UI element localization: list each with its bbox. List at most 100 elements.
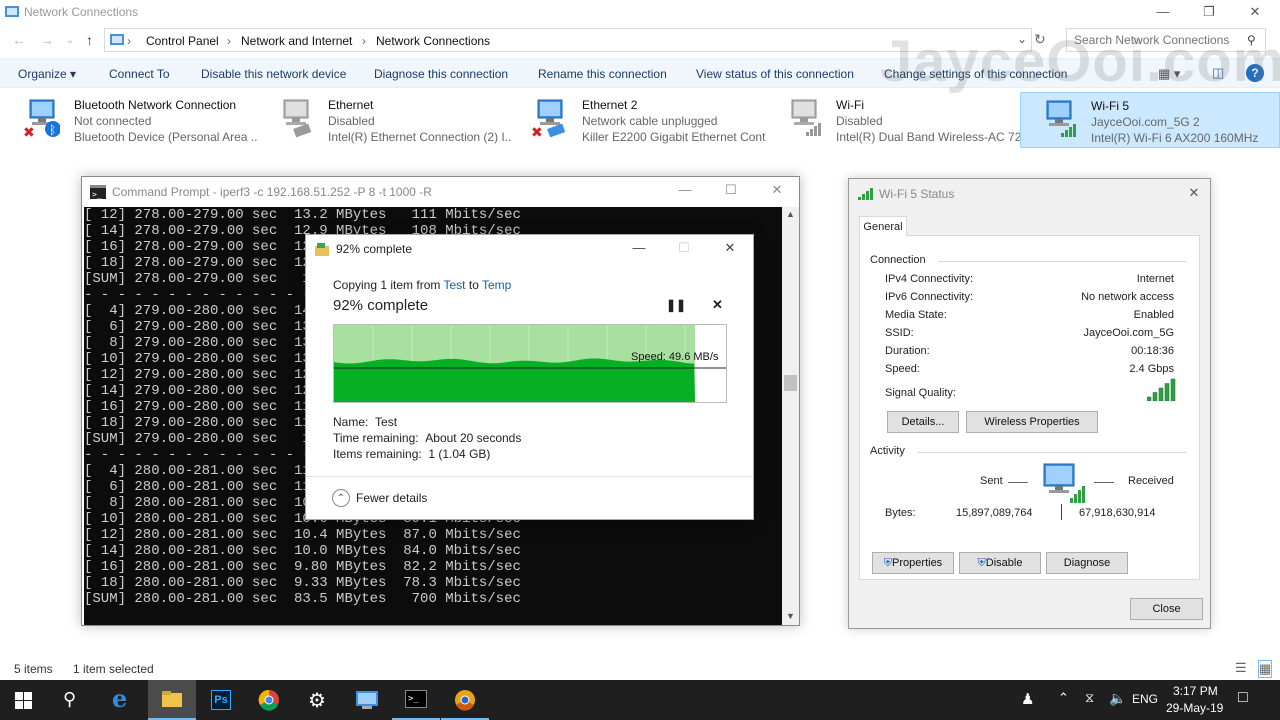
fewer-details-bar: ⌃ Fewer details (306, 476, 753, 519)
cmd-close-button[interactable]: ✕ (754, 178, 800, 202)
connection-device: Killer E2200 Gigabit Ethernet Cont... (582, 130, 766, 144)
copy-progress-dialog: 92% complete — ☐ ✕ Copying 1 item from T… (305, 234, 754, 520)
view-options-icon[interactable]: ▦ ▾ (1158, 66, 1180, 82)
search-icon[interactable]: ⚲ (1247, 33, 1256, 47)
cmd-line: [ 12] 278.00-279.00 sec 13.2 MBytes 111 … (84, 207, 521, 223)
search-box[interactable]: ⚲ (1066, 28, 1266, 52)
breadcrumb-network-internet[interactable]: Network and Internet (241, 34, 352, 48)
clock-time[interactable]: 3:17 PM (1173, 684, 1218, 698)
organize-button[interactable]: Organize ▾ (18, 67, 76, 81)
chrome-dev-icon[interactable] (441, 680, 489, 720)
back-arrow-icon[interactable]: ← (12, 32, 26, 48)
wifi-connected-icon (1046, 100, 1076, 137)
copy-heading: 92% complete (333, 297, 429, 314)
preview-pane-icon[interactable]: ◫ (1212, 65, 1224, 81)
volume-icon[interactable]: 🔈 (1109, 690, 1126, 707)
disable-device-button[interactable]: Disable this network device (201, 67, 346, 81)
file-explorer-icon[interactable] (148, 680, 196, 720)
command-prompt-icon[interactable]: >_ (392, 680, 440, 720)
wifi-close-x-button[interactable]: ✕ (1171, 181, 1217, 205)
signal-icon (858, 188, 873, 200)
cancel-copy-button[interactable]: ✕ (712, 297, 723, 313)
view-status-button[interactable]: View status of this connection (696, 67, 854, 81)
destination-folder-link[interactable]: Temp (482, 278, 511, 292)
breadcrumb-separator: › (362, 34, 366, 48)
disable-button[interactable]: ⛨Disable (959, 552, 1041, 574)
scroll-up-icon[interactable]: ▲ (786, 209, 795, 219)
connection-device: Intel(R) Dual Band Wireless-AC 72... (836, 130, 1020, 144)
wifi-tray-icon[interactable]: ⧖ (1085, 690, 1094, 706)
general-tab-panel: Connection IPv4 Connectivity: Internet I… (859, 235, 1200, 580)
chrome-icon[interactable] (245, 680, 293, 720)
address-bar[interactable]: › Control Panel › Network and Internet ›… (104, 28, 1032, 52)
diagnose-button[interactable]: Diagnose (1046, 552, 1128, 574)
speed-graph: Speed: 49.6 MB/s (333, 324, 727, 403)
copy-close-button[interactable]: ✕ (707, 236, 753, 260)
properties-button[interactable]: ⛨Properties (872, 552, 954, 574)
rename-button[interactable]: Rename this connection (538, 67, 667, 81)
change-settings-button[interactable]: Change settings of this connection (884, 67, 1067, 81)
connect-to-button[interactable]: Connect To (109, 67, 170, 81)
search-input[interactable] (1067, 29, 1242, 51)
network-folder-icon (5, 6, 19, 17)
cmd-maximize-button[interactable]: ☐ (708, 178, 754, 202)
tab-general[interactable]: General (859, 216, 907, 237)
cmd-title: Command Prompt - iperf3 -c 192.168.51.25… (112, 185, 432, 199)
time-row: Time remaining: About 20 seconds (333, 431, 521, 445)
connection-ethernet[interactable]: Ethernet Disabled Intel(R) Ethernet Conn… (258, 92, 512, 148)
forward-arrow-icon[interactable]: → (40, 32, 54, 48)
connection-status: Disabled (328, 114, 375, 128)
network-connections-icon[interactable] (343, 680, 391, 720)
scroll-thumb[interactable] (784, 375, 797, 391)
bytes-received-value: 67,918,630,914 (1079, 507, 1156, 519)
show-hidden-icons-chevron[interactable]: ⌃ (1058, 690, 1069, 706)
signal-bar (1164, 383, 1170, 401)
wireless-properties-button[interactable]: Wireless Properties (966, 411, 1098, 433)
taskbar: ⚲ e Ps ⚙ >_ ♟ ⌃ ⧖ 🔈 ENG 3:17 PM 29-May-1… (0, 680, 1280, 720)
details-button[interactable]: Details... (887, 411, 959, 433)
breadcrumb-control-panel[interactable]: Control Panel (146, 34, 219, 48)
copy-folder-icon (315, 243, 329, 256)
refresh-icon[interactable]: ↻ (1034, 31, 1046, 48)
edge-icon[interactable]: e (99, 680, 147, 720)
speed-graph-svg (334, 325, 726, 402)
connection-wifi-5[interactable]: Wi-Fi 5 JayceOoi.com_5G 2 Intel(R) Wi-Fi… (1020, 92, 1280, 148)
minimize-button[interactable]: — (1140, 0, 1186, 24)
clock-date[interactable]: 29-May-19 (1166, 701, 1223, 715)
collapse-chevron-icon[interactable]: ⌃ (332, 489, 350, 507)
settings-gear-icon[interactable]: ⚙ (308, 688, 326, 713)
close-button[interactable]: ✕ (1232, 0, 1278, 24)
source-folder-link[interactable]: Test (444, 278, 466, 292)
scroll-down-icon[interactable]: ▼ (786, 611, 795, 621)
cmd-scrollbar[interactable]: ▲ ▼ (782, 207, 799, 625)
help-icon[interactable]: ? (1246, 64, 1264, 82)
cmd-glyph: >_ (405, 690, 427, 708)
up-arrow-icon[interactable]: ↑ (86, 32, 93, 48)
ipv6-value: No network access (1081, 291, 1174, 303)
signal-bar (1158, 387, 1164, 401)
search-icon[interactable]: ⚲ (63, 689, 76, 710)
svg-text:>_: >_ (92, 190, 102, 199)
photoshop-icon[interactable]: Ps (197, 680, 245, 720)
copy-minimize-button[interactable]: — (616, 236, 662, 260)
connection-bluetooth[interactable]: ✖ ᛒ Bluetooth Network Connection Not con… (4, 92, 258, 148)
address-dropdown-icon[interactable]: ⌄ (1017, 32, 1027, 46)
maximize-button[interactable]: ❐ (1186, 0, 1232, 24)
tiles-view-icon[interactable]: ▦ (1258, 660, 1273, 678)
connection-name: Bluetooth Network Connection (74, 98, 237, 112)
connection-wifi[interactable]: Wi-Fi Disabled Intel(R) Dual Band Wirele… (766, 92, 1020, 148)
close-dialog-button[interactable]: Close (1130, 598, 1203, 620)
cmd-minimize-button[interactable]: — (662, 178, 708, 202)
breadcrumb-network-connections[interactable]: Network Connections (376, 34, 490, 48)
signal-quality-bars (1147, 378, 1176, 401)
connection-ethernet-2[interactable]: ✖ Ethernet 2 Network cable unplugged Kil… (512, 92, 766, 148)
start-windows-icon[interactable] (15, 692, 32, 709)
language-indicator[interactable]: ENG (1132, 692, 1158, 706)
fewer-details-link[interactable]: Fewer details (356, 491, 427, 505)
people-icon[interactable]: ♟ (1021, 690, 1034, 708)
pause-button[interactable]: ❚❚ (666, 298, 686, 312)
details-view-icon[interactable]: ☰ (1235, 660, 1247, 676)
recent-chevron-icon[interactable]: ⌄ (66, 35, 74, 46)
diagnose-button[interactable]: Diagnose this connection (374, 67, 508, 81)
action-center-icon[interactable]: □ (1238, 689, 1248, 707)
